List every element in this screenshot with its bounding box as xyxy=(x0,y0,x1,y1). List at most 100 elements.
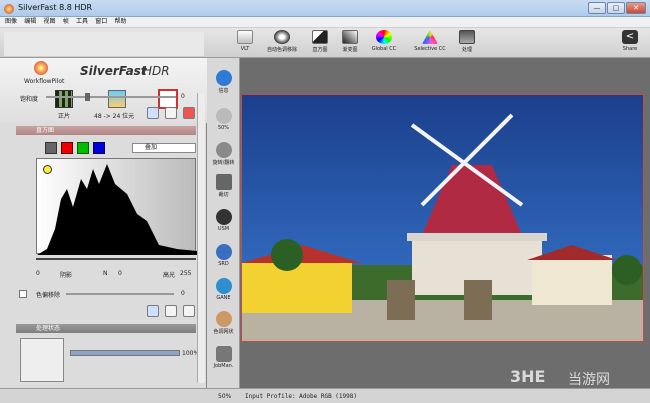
selective-cc-label: Selective CC xyxy=(414,46,446,52)
menu-image[interactable]: 图像 xyxy=(5,17,17,27)
minimize-button[interactable]: — xyxy=(588,2,606,14)
zoom-small-button[interactable] xyxy=(165,107,177,119)
channel-blue-button[interactable] xyxy=(93,142,105,154)
descreen-tool[interactable]: 色调网状 xyxy=(207,311,240,335)
progress-bar xyxy=(70,350,180,356)
workflow-pilot-label[interactable]: WorkflowPilot xyxy=(24,78,64,85)
brand-hdr: HDR xyxy=(143,64,170,78)
workflow-pilot-icon[interactable] xyxy=(34,61,48,75)
descreen-icon xyxy=(215,311,232,327)
crop-tool-label: 裁切 xyxy=(218,192,229,198)
magnifier-icon xyxy=(215,108,232,124)
brand-logo: SilverFast xyxy=(80,64,147,78)
saturation-value: 0 xyxy=(181,93,185,100)
rotate-icon xyxy=(215,142,232,158)
srd-tool[interactable]: SRD xyxy=(207,244,240,267)
left-scrollbar[interactable] xyxy=(197,93,205,383)
process-icon xyxy=(459,30,475,44)
film-positive-icon[interactable] xyxy=(55,90,73,108)
reset-small-button[interactable] xyxy=(183,107,195,119)
highlight-label: 高光 xyxy=(163,272,176,279)
app-icon xyxy=(4,4,14,14)
process-section-header[interactable]: 处理状态 xyxy=(16,324,196,333)
zoom-small-button-2[interactable] xyxy=(165,305,177,317)
info-small-button[interactable] xyxy=(147,107,159,119)
selective-cc-button[interactable]: Selective CC xyxy=(410,30,450,56)
gane-icon xyxy=(215,278,232,294)
usm-tool-label: USM xyxy=(217,226,230,232)
menu-window[interactable]: 窗口 xyxy=(95,17,107,27)
zoom-tool-label: 50% xyxy=(217,125,230,131)
close-button[interactable]: ✕ xyxy=(626,2,646,14)
eyedropper-icon[interactable] xyxy=(43,165,52,174)
auto-tone-label: 自动色调移除 xyxy=(266,47,297,53)
histogram-section-header[interactable]: 直方图 xyxy=(16,126,196,135)
vlt-button[interactable]: VLT xyxy=(225,30,265,56)
rotate-tool[interactable]: 旋转/翻转 xyxy=(207,142,240,166)
left-panel: WorkflowPilot SilverFast HDR 正片 48 -> 24… xyxy=(0,58,207,388)
menu-view[interactable]: 视图 xyxy=(44,17,56,27)
mode-bit-depth-label: 48 -> 24 位元 xyxy=(94,113,135,120)
info-tool[interactable]: 信息 xyxy=(207,70,240,94)
color-cast-label: 色偏移除 xyxy=(36,292,61,299)
vlt-icon xyxy=(237,30,253,44)
frame-tool-icon[interactable] xyxy=(158,89,178,109)
maximize-button[interactable]: □ xyxy=(607,2,625,14)
srd-icon xyxy=(215,244,232,260)
n-label: N xyxy=(103,270,108,277)
zoom-tool[interactable]: 50% xyxy=(207,108,240,131)
auto-tone-icon xyxy=(274,30,290,44)
info-small-button-2[interactable] xyxy=(147,305,159,317)
bit-depth-icon[interactable] xyxy=(108,90,126,108)
menu-bar: 图像 编辑 视图 帧 工具 窗口 帮助 xyxy=(0,17,650,28)
gane-tool[interactable]: GANE xyxy=(207,278,240,301)
menu-edit[interactable]: 编辑 xyxy=(24,17,36,27)
shadow-value: 0 xyxy=(36,270,40,277)
crop-icon xyxy=(215,174,232,190)
process-button[interactable]: 处理 xyxy=(447,30,487,56)
shadow-label: 阴影 xyxy=(60,272,73,279)
gradation-icon xyxy=(342,30,358,44)
gear-icon xyxy=(215,346,232,362)
level-slider-track[interactable] xyxy=(36,258,196,260)
srd-tool-label: SRD xyxy=(218,261,229,267)
watermark-text: 当游网 xyxy=(568,372,610,388)
saturation-thumb[interactable] xyxy=(85,93,90,101)
histogram-section-title: 直方图 xyxy=(36,127,55,134)
process-section-title: 处理状态 xyxy=(36,325,61,332)
share-icon: < xyxy=(622,30,638,44)
histogram-mode-select[interactable]: 叠加 xyxy=(132,143,196,153)
process-thumbnail xyxy=(20,338,64,382)
histogram-graph[interactable] xyxy=(36,158,197,255)
descreen-tool-label: 色调网状 xyxy=(213,329,234,335)
windmill-photo xyxy=(242,95,643,341)
mode-positive-label: 正片 xyxy=(58,113,71,120)
color-cast-checkbox[interactable] xyxy=(19,290,27,298)
usm-tool[interactable]: USM xyxy=(207,209,240,232)
process-label: 处理 xyxy=(461,47,472,53)
info-tool-label: 信息 xyxy=(218,88,229,94)
channel-gray-button[interactable] xyxy=(45,142,57,154)
saturation-slider[interactable] xyxy=(46,96,176,98)
highlight-value: 255 xyxy=(180,270,192,277)
menu-help[interactable]: 帮助 xyxy=(115,17,127,27)
selective-cc-icon xyxy=(422,30,438,44)
vlt-label: VLT xyxy=(240,46,250,52)
share-button[interactable]: < Share xyxy=(612,30,648,56)
crop-tool[interactable]: 裁切 xyxy=(207,174,240,198)
gane-tool-label: GANE xyxy=(216,295,231,301)
toolbar: VLT 自动色调移除 直方图 渐变图 Global CC Selective C… xyxy=(0,28,650,58)
channel-red-button[interactable] xyxy=(61,142,73,154)
jobmanager-tool[interactable]: JobMan. xyxy=(207,346,240,369)
menu-frame[interactable]: 帧 xyxy=(63,17,69,27)
vertical-tool-strip: 信息 50% 旋转/翻转 裁切 USM SRD GANE 色调网状 JobMan… xyxy=(207,58,240,388)
watermark-brand: 3HE xyxy=(510,367,546,386)
menu-tools[interactable]: 工具 xyxy=(76,17,88,27)
status-bar: 50% Input Profile: Adobe RGB (1998) 3HE … xyxy=(0,367,650,403)
reset-small-button-2[interactable] xyxy=(183,305,195,317)
color-cast-slider[interactable] xyxy=(66,293,174,295)
channel-green-button[interactable] xyxy=(77,142,89,154)
preview-image[interactable] xyxy=(241,94,644,342)
global-cc-button[interactable]: Global CC xyxy=(364,30,404,56)
auto-tone-button[interactable]: 自动色调移除 xyxy=(262,30,302,56)
